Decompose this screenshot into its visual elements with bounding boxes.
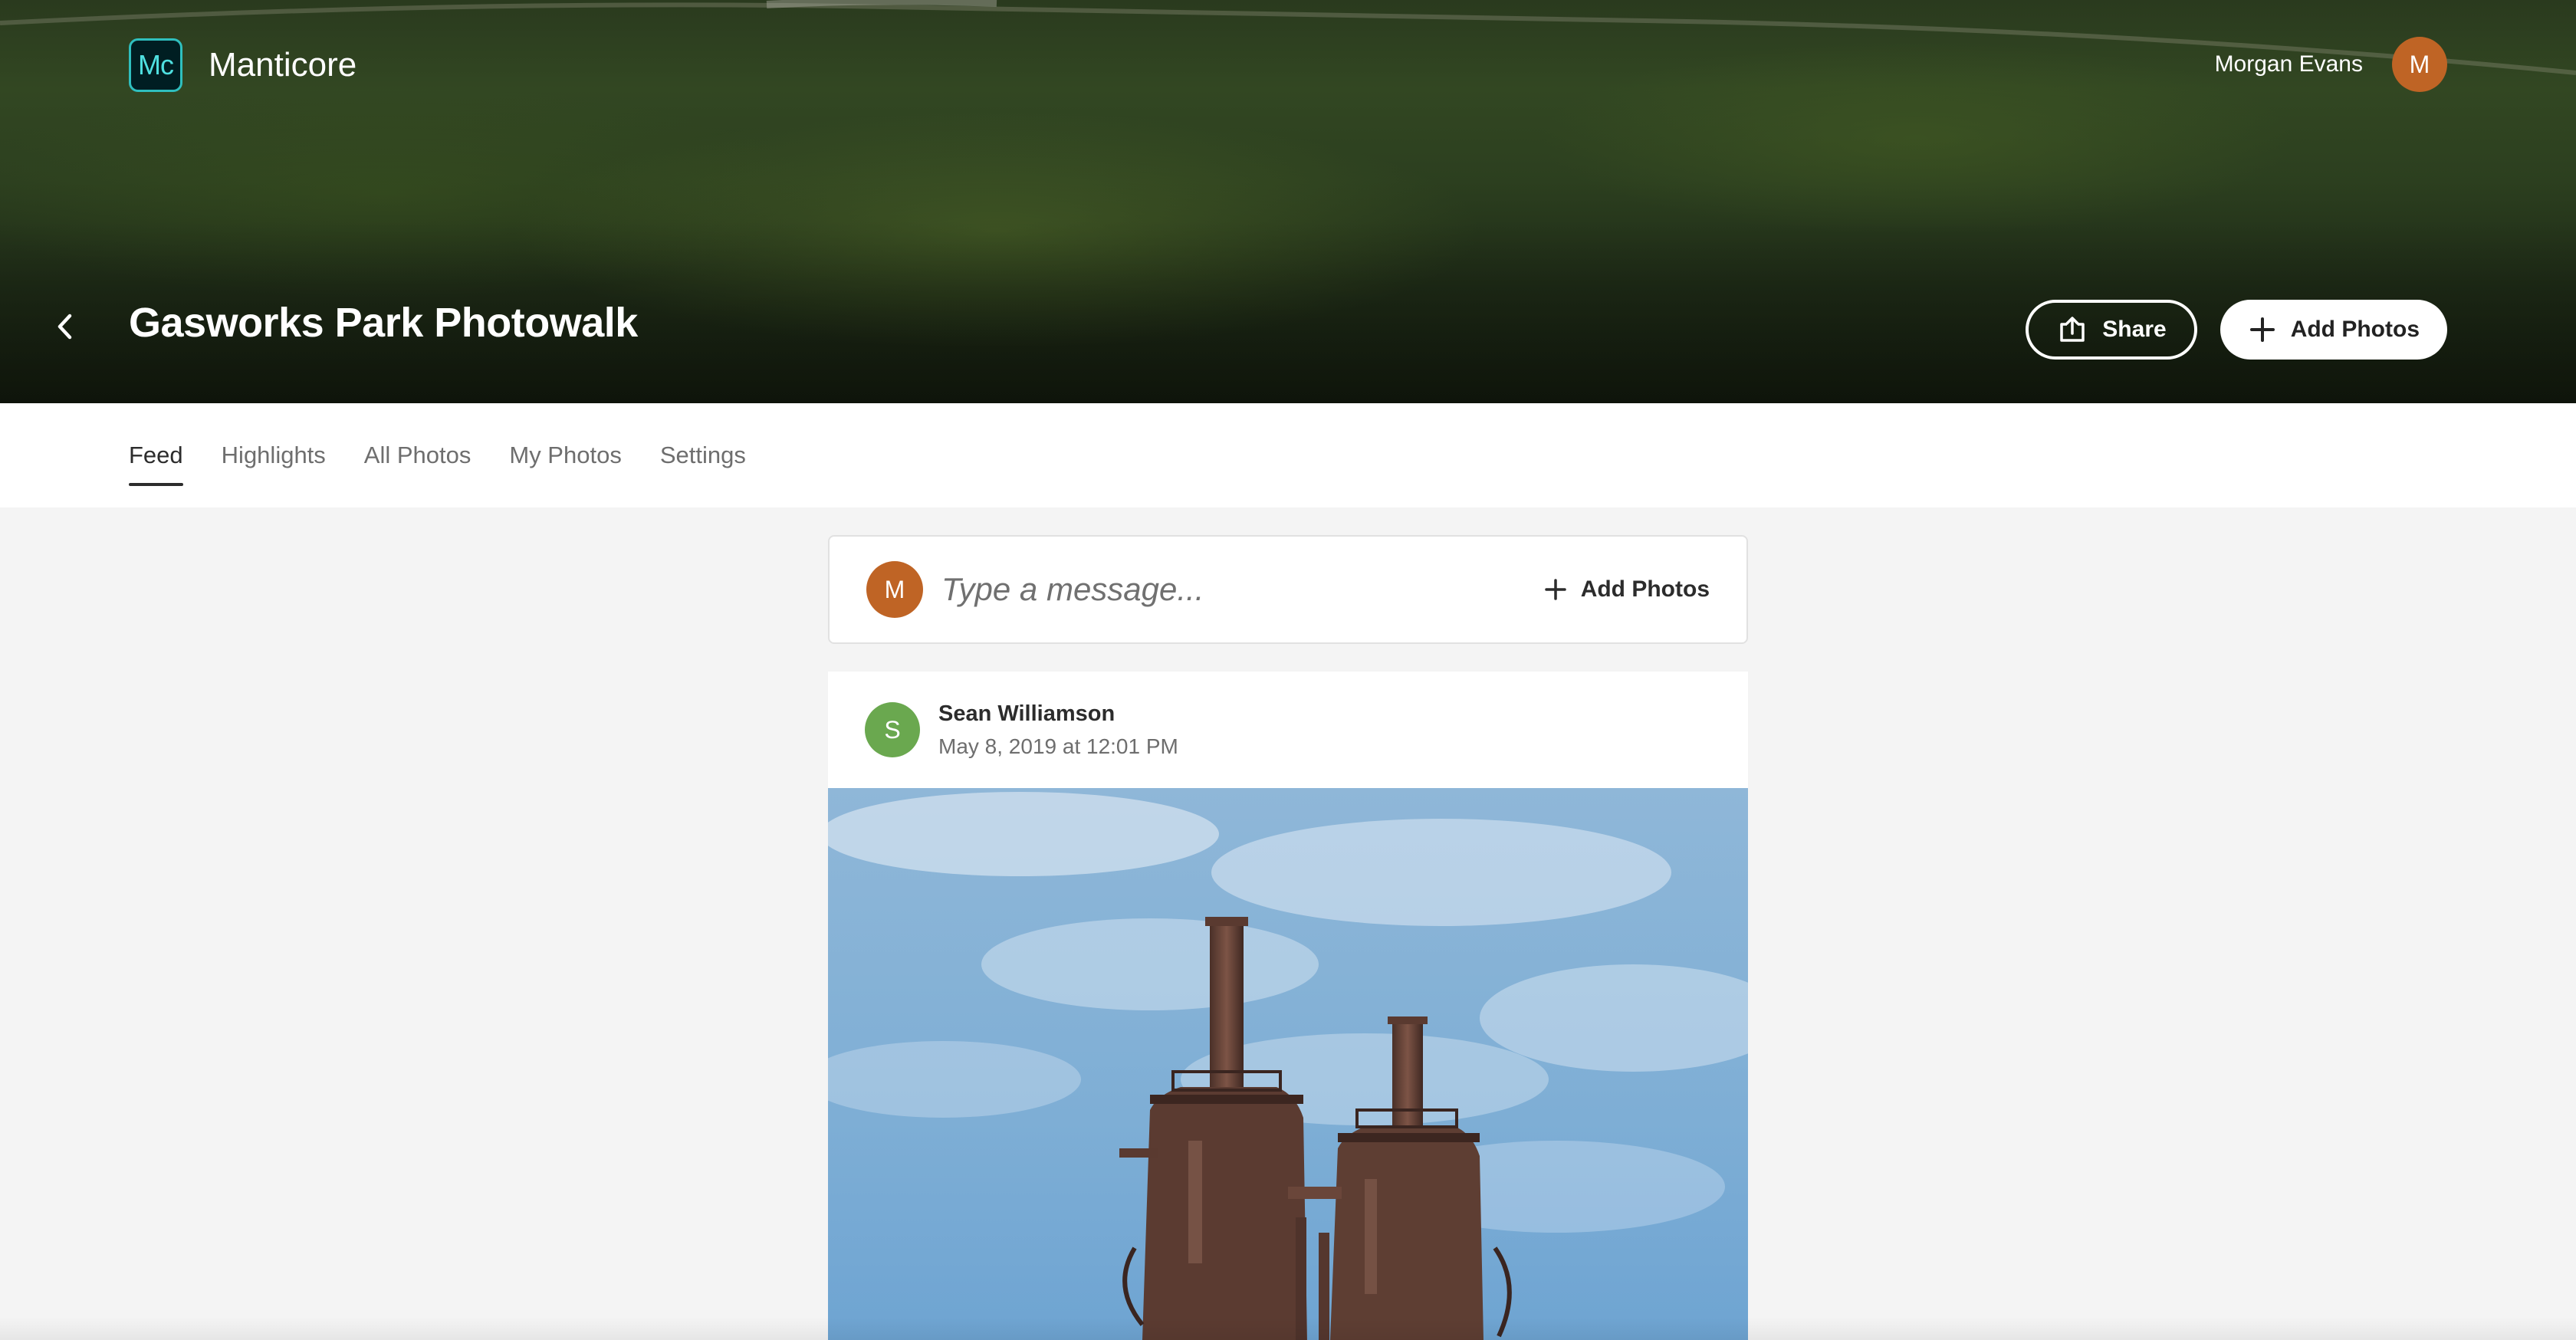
message-input[interactable] bbox=[941, 571, 1544, 608]
album-cover-header: Mc Manticore Morgan Evans M Gasworks Par… bbox=[0, 0, 2576, 403]
tab-all-photos[interactable]: All Photos bbox=[364, 403, 472, 507]
chevron-left-icon bbox=[58, 314, 72, 340]
tab-highlights[interactable]: Highlights bbox=[222, 403, 326, 507]
tab-settings[interactable]: Settings bbox=[660, 403, 746, 507]
share-icon bbox=[2058, 317, 2087, 343]
back-button[interactable] bbox=[48, 310, 81, 343]
composer-add-photos-button[interactable]: Add Photos bbox=[1544, 576, 1710, 603]
app-logo-icon: Mc bbox=[129, 38, 182, 92]
post-photo[interactable] bbox=[828, 788, 1748, 1340]
post-author-avatar[interactable]: S bbox=[865, 702, 920, 757]
album-tab-bar: Feed Highlights All Photos My Photos Set… bbox=[0, 403, 2576, 507]
album-tabs: Feed Highlights All Photos My Photos Set… bbox=[129, 403, 784, 507]
app-brand[interactable]: Mc Manticore bbox=[129, 38, 356, 92]
tab-feed[interactable]: Feed bbox=[129, 403, 183, 507]
tab-my-photos[interactable]: My Photos bbox=[509, 403, 621, 507]
feed-post: S Sean Williamson May 8, 2019 at 12:01 P… bbox=[828, 672, 1748, 1340]
post-author-name[interactable]: Sean Williamson bbox=[938, 701, 1178, 727]
post-header: S Sean Williamson May 8, 2019 at 12:01 P… bbox=[828, 672, 1748, 788]
composer-add-photos-label: Add Photos bbox=[1580, 576, 1710, 602]
message-composer: M Add Photos bbox=[828, 535, 1748, 644]
post-photo-image bbox=[828, 788, 1748, 1340]
plus-icon bbox=[1544, 578, 1567, 601]
user-avatar[interactable]: M bbox=[2392, 37, 2447, 92]
share-button-label: Share bbox=[2102, 317, 2167, 342]
user-menu[interactable]: Morgan Evans M bbox=[2215, 37, 2447, 92]
plus-icon bbox=[2249, 317, 2275, 343]
user-name: Morgan Evans bbox=[2214, 51, 2363, 77]
cover-image-path bbox=[0, 0, 2576, 75]
album-actions: Share Add Photos bbox=[2026, 300, 2447, 360]
post-timestamp: May 8, 2019 at 12:01 PM bbox=[938, 734, 1178, 758]
share-button[interactable]: Share bbox=[2026, 300, 2197, 360]
add-photos-button-label: Add Photos bbox=[2290, 317, 2420, 342]
add-photos-button[interactable]: Add Photos bbox=[2220, 300, 2447, 360]
album-title: Gasworks Park Photowalk bbox=[129, 300, 638, 346]
app-name: Manticore bbox=[209, 46, 357, 84]
post-meta: Sean Williamson May 8, 2019 at 12:01 PM bbox=[938, 701, 1178, 759]
composer-avatar: M bbox=[866, 561, 923, 618]
